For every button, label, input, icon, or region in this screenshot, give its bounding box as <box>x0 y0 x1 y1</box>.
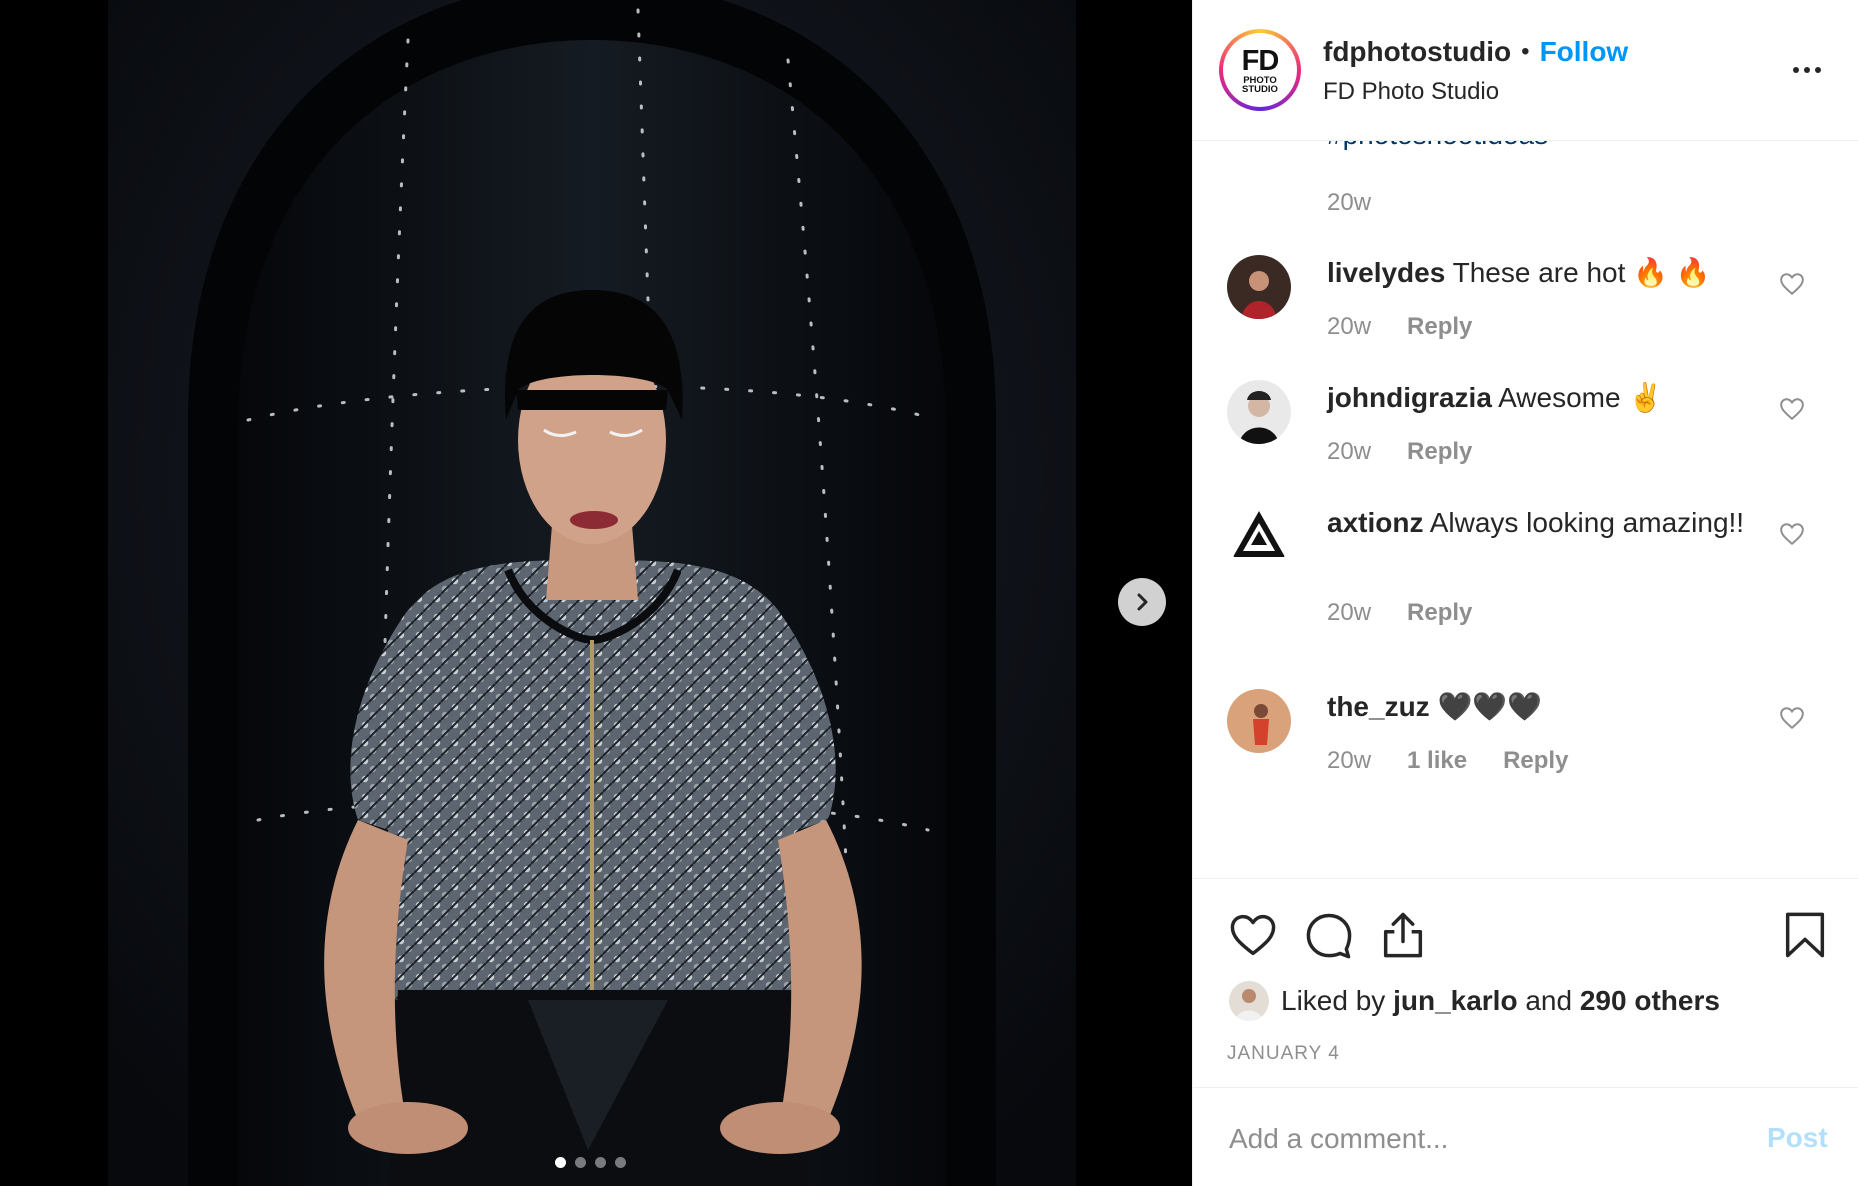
liked-by-and: and <box>1525 985 1573 1016</box>
post-side-panel: FD PHOTO STUDIO fdphotostudio • Follow F… <box>1192 0 1858 1186</box>
likes-count-button[interactable]: 290 others <box>1580 985 1720 1017</box>
author-full-name: FD Photo Studio <box>1323 78 1500 105</box>
comment-timestamp[interactable]: 20w <box>1327 313 1371 341</box>
reply-button[interactable]: Reply <box>1407 313 1472 341</box>
heart-icon[interactable] <box>1227 909 1279 961</box>
fd-photo-studio-logo: FD PHOTO STUDIO <box>1227 37 1293 103</box>
comment-timestamp[interactable]: 20w <box>1327 747 1371 775</box>
carousel-dot <box>575 1157 586 1168</box>
liker-avatar[interactable] <box>1229 981 1269 1021</box>
post-actions: Liked by jun_karlo and 290 others JANUAR… <box>1193 878 1858 1087</box>
caption-hashtag[interactable]: #photoshootideas <box>1327 141 1548 151</box>
author-avatar[interactable]: FD PHOTO STUDIO <box>1219 29 1301 111</box>
comment-username[interactable]: livelydes <box>1327 257 1445 288</box>
logo-text: STUDIO <box>1242 83 1278 95</box>
carousel-indicator <box>555 1157 626 1168</box>
comment-likes-count[interactable]: 1 like <box>1407 747 1467 775</box>
author-username[interactable]: fdphotostudio <box>1323 36 1511 68</box>
heart-outline-icon[interactable] <box>1779 521 1805 547</box>
comment-text: Awesome ✌️ <box>1498 382 1664 413</box>
more-horizontal-icon <box>1793 67 1799 73</box>
post-date[interactable]: JANUARY 4 <box>1227 1043 1340 1065</box>
comment-username[interactable]: the_zuz <box>1327 691 1430 722</box>
carousel-dot <box>555 1157 566 1168</box>
reply-button[interactable]: Reply <box>1407 599 1472 627</box>
comment-icon[interactable] <box>1303 909 1355 961</box>
logo-text: FD <box>1241 44 1280 77</box>
heart-outline-icon[interactable] <box>1779 271 1805 297</box>
comment-text: These are hot 🔥 🔥 <box>1452 257 1711 288</box>
likes-summary: Liked by jun_karlo and 290 others <box>1229 981 1720 1021</box>
commenter-avatar[interactable] <box>1227 380 1291 444</box>
post-header: FD PHOTO STUDIO fdphotostudio • Follow F… <box>1193 0 1858 141</box>
post-media <box>0 0 1192 1186</box>
carousel-dot <box>615 1157 626 1168</box>
heart-outline-icon[interactable] <box>1779 396 1805 422</box>
carousel-dot <box>595 1157 606 1168</box>
photo-illustration <box>108 0 1076 1186</box>
liked-by-username[interactable]: jun_karlo <box>1393 985 1517 1017</box>
comment-username[interactable]: axtionz <box>1327 507 1423 538</box>
follow-button[interactable]: Follow <box>1540 36 1629 68</box>
separator-dot: • <box>1521 38 1530 65</box>
comment-text: 🖤🖤🖤 <box>1437 691 1543 722</box>
bookmark-icon[interactable] <box>1779 909 1831 961</box>
post-comment-button[interactable]: Post <box>1767 1122 1828 1154</box>
comment-timestamp[interactable]: 20w <box>1327 438 1371 466</box>
heart-outline-icon[interactable] <box>1779 705 1805 731</box>
commenter-avatar[interactable] <box>1227 505 1291 569</box>
comments-list[interactable]: #photoshootideas 20w livelydes These are… <box>1193 141 1858 878</box>
commenter-avatar[interactable] <box>1227 255 1291 319</box>
comment-username[interactable]: johndigrazia <box>1327 382 1492 413</box>
more-options-button[interactable] <box>1793 58 1829 82</box>
reply-button[interactable]: Reply <box>1503 747 1568 775</box>
share-icon[interactable] <box>1377 909 1429 961</box>
caption-timestamp[interactable]: 20w <box>1327 189 1371 217</box>
add-comment-input[interactable] <box>1229 1114 1729 1164</box>
reply-button[interactable]: Reply <box>1407 438 1472 466</box>
chevron-right-icon <box>1137 593 1148 611</box>
commenter-avatar[interactable] <box>1227 689 1291 753</box>
liked-by-prefix: Liked by <box>1281 985 1386 1016</box>
comment-text: Always looking amazing!! <box>1429 507 1745 538</box>
add-comment-bar: Post <box>1193 1087 1858 1186</box>
post-photo[interactable] <box>108 0 1076 1186</box>
carousel-next-button[interactable] <box>1118 578 1166 626</box>
comment-timestamp[interactable]: 20w <box>1327 599 1371 627</box>
